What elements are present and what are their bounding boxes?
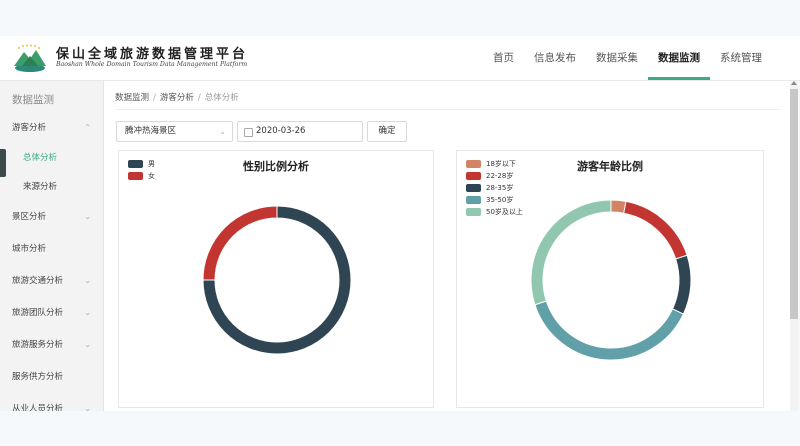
chevron-down-icon: ⌄ bbox=[84, 404, 91, 411]
donut-slice-1-1[interactable] bbox=[623, 200, 688, 260]
brand-subtitle: Baoshan Whole Domain Tourism Data Manage… bbox=[56, 61, 248, 68]
app-header: 保山全域旅游数据管理平台 Baoshan Whole Domain Touris… bbox=[0, 36, 800, 81]
sidebar-item-visitor-analysis[interactable]: 游客分析 ⌃ bbox=[0, 118, 103, 138]
chevron-up-icon: ⌃ bbox=[84, 123, 91, 132]
donut-slice-1-3[interactable] bbox=[534, 300, 685, 361]
bottom-background bbox=[0, 411, 800, 446]
confirm-button[interactable]: 确定 bbox=[367, 121, 407, 142]
breadcrumb: 数据监测 / 游客分析 / 总体分析 bbox=[115, 91, 239, 103]
gender-chart-card: 男 女 性别比例分析 bbox=[118, 150, 434, 408]
main-content: 数据监测 / 游客分析 / 总体分析 腾冲热海景区 ⌄ 2020-03-26 确定 男 … bbox=[104, 81, 790, 411]
top-nav: 首页 信息发布 数据采集 数据监测 系统管理 bbox=[483, 36, 772, 80]
sidebar-item-label: 游客分析 bbox=[12, 123, 47, 133]
sidebar-item-source-analysis[interactable]: 来源分析 bbox=[0, 177, 103, 197]
sidebar-item-label: 景区分析 bbox=[12, 212, 47, 222]
sidebar-item-label: 来源分析 bbox=[23, 182, 58, 192]
age-donut-chart bbox=[530, 199, 692, 361]
chevron-down-icon: ⌄ bbox=[84, 340, 91, 349]
donut-slice-0-1[interactable] bbox=[202, 205, 278, 281]
sidebar-item-city-analysis[interactable]: 城市分析 bbox=[0, 239, 103, 259]
sidebar-item-label: 总体分析 bbox=[23, 153, 58, 163]
breadcrumb-divider bbox=[115, 109, 780, 110]
chevron-down-icon: ⌄ bbox=[219, 127, 226, 136]
sidebar-item-staff-analysis[interactable]: 从业人员分析 ⌄ bbox=[0, 399, 103, 411]
breadcrumb-separator: / bbox=[153, 93, 156, 103]
nav-home[interactable]: 首页 bbox=[483, 36, 524, 80]
breadcrumb-separator: / bbox=[197, 93, 201, 103]
sidebar-item-team-analysis[interactable]: 旅游团队分析 ⌄ bbox=[0, 303, 103, 323]
date-picker[interactable]: 2020-03-26 bbox=[237, 121, 363, 142]
top-background bbox=[0, 0, 800, 36]
nav-info-publish[interactable]: 信息发布 bbox=[524, 36, 586, 80]
chevron-down-icon: ⌄ bbox=[84, 276, 91, 285]
scenic-area-select[interactable]: 腾冲热海景区 ⌄ bbox=[116, 121, 233, 142]
breadcrumb-item-current: 总体分析 bbox=[204, 93, 239, 103]
chevron-down-icon: ⌄ bbox=[84, 212, 91, 221]
breadcrumb-item-visitor-analysis[interactable]: 游客分析 bbox=[160, 93, 194, 103]
sidebar-item-scenic-analysis[interactable]: 景区分析 ⌄ bbox=[0, 207, 103, 227]
breadcrumb-item-data-monitoring[interactable]: 数据监测 bbox=[115, 93, 149, 103]
calendar-icon bbox=[244, 128, 253, 137]
sidebar-item-traffic-analysis[interactable]: 旅游交通分析 ⌄ bbox=[0, 271, 103, 291]
brand-title: 保山全域旅游数据管理平台 bbox=[56, 47, 249, 62]
sidebar-item-label: 服务供方分析 bbox=[12, 372, 64, 382]
vertical-scrollbar[interactable] bbox=[790, 81, 798, 411]
nav-data-collection[interactable]: 数据采集 bbox=[586, 36, 648, 80]
scrollbar-thumb[interactable] bbox=[790, 89, 798, 319]
chevron-down-icon: ⌄ bbox=[84, 308, 91, 317]
date-value: 2020-03-26 bbox=[256, 126, 306, 136]
sidebar-item-label: 城市分析 bbox=[12, 244, 47, 254]
sidebar-item-label: 旅游团队分析 bbox=[12, 308, 64, 318]
scenic-area-value: 腾冲热海景区 bbox=[125, 126, 177, 136]
sidebar-item-label: 从业人员分析 bbox=[12, 404, 64, 411]
nav-system-management[interactable]: 系统管理 bbox=[710, 36, 772, 80]
sidebar-item-label: 旅游服务分析 bbox=[12, 340, 64, 350]
sidebar-item-supplier-analysis[interactable]: 服务供方分析 bbox=[0, 367, 103, 387]
sidebar-item-overall-analysis[interactable]: 总体分析 bbox=[0, 148, 103, 168]
age-chart-card: 18岁以下 22-28岁 28-35岁 35-50岁 50岁及以上 游客年龄比例 bbox=[456, 150, 764, 408]
donut-slice-1-4[interactable] bbox=[530, 199, 612, 306]
nav-data-monitoring[interactable]: 数据监测 bbox=[648, 36, 710, 80]
sidebar-title: 数据监测 bbox=[12, 94, 54, 106]
donut-slice-1-2[interactable] bbox=[671, 254, 692, 315]
gender-donut-chart bbox=[202, 205, 352, 355]
mountain-logo-icon bbox=[14, 44, 46, 72]
scroll-up-arrow-icon[interactable] bbox=[791, 81, 797, 85]
sidebar-item-service-analysis[interactable]: 旅游服务分析 ⌄ bbox=[0, 335, 103, 355]
sidebar-item-label: 旅游交通分析 bbox=[12, 276, 64, 286]
sidebar: 数据监测 游客分析 ⌃ 总体分析 来源分析 景区分析 ⌄ 城市分析 旅游交通分析… bbox=[0, 81, 104, 411]
